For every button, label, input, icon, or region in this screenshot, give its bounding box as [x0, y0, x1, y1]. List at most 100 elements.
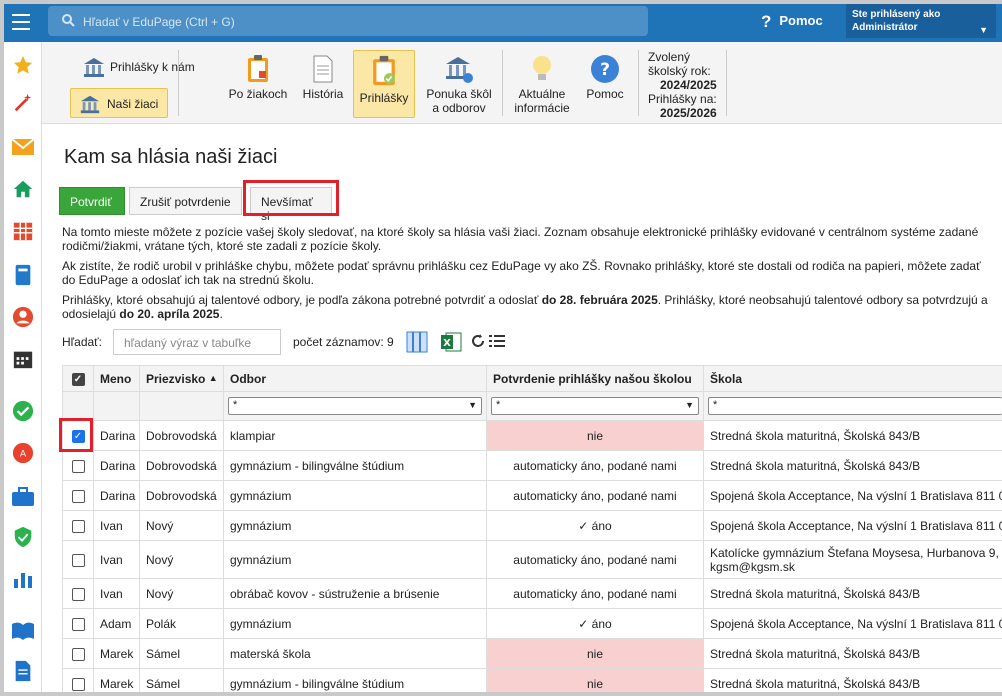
cell-odbor: gymnázium [223, 608, 487, 639]
row-checkbox[interactable] [71, 677, 85, 691]
shield-icon[interactable] [10, 524, 36, 550]
open-book-icon[interactable] [10, 618, 36, 644]
ponuka-skol-button[interactable]: Ponuka škôl a odborov [422, 54, 496, 115]
historia-button[interactable]: História [296, 54, 350, 101]
para-text: Na tomto mieste môžete z pozície vašej š… [62, 225, 979, 239]
cell-odbor: gymnázium - bilingválne štúdium [223, 668, 487, 692]
table-row[interactable]: Darina Dobrovodská gymnázium - bilingvál… [62, 450, 1002, 481]
row-checkbox[interactable] [71, 459, 85, 473]
table-row[interactable]: Darina Dobrovodská gymnázium automaticky… [62, 480, 1002, 511]
table-row[interactable]: Marek Sámel gymnázium - bilingválne štúd… [62, 668, 1002, 692]
select-all-checkbox[interactable]: ✓ [71, 372, 85, 386]
column-header-priezvisko[interactable]: Priezvisko ▲ [139, 365, 224, 392]
cell-odbor: gymnázium - bilingválne štúdium [223, 450, 487, 481]
prihlasky-k-nam-button[interactable]: Prihlášky k nám [80, 54, 200, 80]
star-icon[interactable] [10, 52, 36, 78]
potvrdenie-filter-select[interactable]: * ▼ [491, 397, 699, 415]
grade-icon[interactable]: A [10, 440, 36, 466]
table-row[interactable]: Ivan Nový obrábač kovov - sústruženie a … [62, 578, 1002, 609]
document-icon[interactable] [10, 658, 36, 684]
cell-priezvisko: Dobrovodská [139, 450, 224, 481]
table-row[interactable]: Ivan Nový gymnázium ✓ áno Spojená škola … [62, 510, 1002, 541]
skola-filter-select[interactable]: * [708, 397, 1002, 415]
cell-priezvisko: Nový [139, 578, 224, 609]
cell-meno: Darina [93, 450, 140, 481]
app-year-value[interactable]: 2025/2026 [648, 106, 717, 120]
aktualne-informacie-button[interactable]: Aktuálne informácie [508, 54, 576, 115]
prihlasky-button[interactable]: Prihlášky [353, 50, 415, 118]
top-bar: Hľadať v EduPage (Ctrl + G) ? Pomoc Ste p… [4, 4, 1002, 42]
sidebar: A [4, 42, 42, 692]
column-header-skola[interactable]: Škola [703, 365, 1002, 392]
cell-priezvisko: Polák [139, 608, 224, 639]
excel-icon[interactable]: X [440, 331, 462, 353]
mail-icon[interactable] [10, 134, 36, 160]
svg-text:?: ? [600, 60, 610, 80]
table-search-input[interactable]: hľadaný výraz v tabuľke [113, 329, 281, 355]
table-row[interactable]: Adam Polák gymnázium ✓ áno Spojená škola… [62, 608, 1002, 639]
timetable-icon[interactable] [10, 218, 36, 244]
list-icon[interactable] [489, 334, 505, 348]
user-icon[interactable] [10, 304, 36, 330]
row-checkbox[interactable] [71, 489, 85, 503]
table-search-placeholder: hľadaný výraz v tabuľke [124, 336, 252, 350]
book-icon[interactable] [10, 262, 36, 288]
cell-priezvisko: Dobrovodská [139, 480, 224, 511]
record-count: počet záznamov: 9 [293, 335, 394, 349]
help-button[interactable]: ? Pomoc [761, 12, 823, 32]
deadline-1: do 28. februára 2025 [541, 293, 658, 307]
cell-potvrdenie: automaticky áno, podané nami [486, 540, 704, 579]
magic-wand-icon[interactable] [10, 90, 36, 116]
cell-skola: Katolícke gymnázium Štefana Moysesa, Hur… [703, 540, 1002, 579]
column-header-potvrdenie[interactable]: Potvrdenie prihlášky našou školou [486, 365, 704, 392]
cancel-confirm-button[interactable]: Zrušiť potvrdenie [129, 187, 242, 215]
column-header-meno[interactable]: Meno [93, 365, 140, 392]
select-all-cell[interactable]: ✓ [62, 365, 94, 392]
global-search-input[interactable]: Hľadať v EduPage (Ctrl + G) [48, 6, 648, 36]
table-header-row: ✓ Meno Priezvisko ▲ Odbor Potvrdenie pri… [62, 365, 1002, 392]
year-value[interactable]: 2024/2025 [648, 78, 717, 92]
row-checkbox[interactable] [71, 617, 85, 631]
cell-skola: Stredná škola maturitná, Školská 843/B [703, 450, 1002, 481]
skola-line-2: kgsm@kgsm.sk [710, 559, 795, 574]
applications-table: ✓ Meno Priezvisko ▲ Odbor Potvrdenie pri… [62, 365, 1002, 692]
column-header-odbor[interactable]: Odbor [223, 365, 487, 392]
toolbar-divider [502, 50, 503, 116]
para-text: do EduPage a odoslať ich tak na strednú … [62, 273, 314, 287]
year-info: Zvolený školský rok: 2024/2025 Prihlášky… [648, 50, 717, 120]
row-checkbox[interactable] [71, 519, 85, 533]
aktualne-label-1: Aktuálne [518, 87, 566, 101]
para-text: . Prihlášky, ktoré neobsahujú talentové … [657, 293, 988, 307]
table-row[interactable]: ✓ Darina Dobrovodská klampiar nie Stredn… [62, 420, 1002, 451]
help-circle-icon: ? [591, 55, 619, 83]
table-row[interactable]: Ivan Nový gymnázium automaticky áno, pod… [62, 540, 1002, 579]
home-icon[interactable] [10, 176, 36, 202]
cell-skola: Spojená škola Acceptance, Na výslní 1 Br… [703, 480, 1002, 511]
search-label: Hľadať: [62, 335, 103, 349]
cell-skola: Spojená škola Acceptance, Na výslní 1 Br… [703, 510, 1002, 541]
para-text: . [219, 307, 223, 321]
description-paragraph-1: Na tomto mieste môžete z pozície vašej š… [62, 225, 1002, 253]
refresh-icon[interactable] [470, 333, 486, 349]
chevron-down-icon: ▼ [468, 400, 477, 410]
historia-label: História [302, 87, 344, 101]
columns-icon[interactable] [406, 331, 428, 353]
pomoc-button[interactable]: ? Pomoc [582, 54, 628, 101]
nasi-ziaci-button[interactable]: Naši žiaci [70, 88, 168, 118]
clipboard-check-icon [373, 55, 395, 86]
check-circle-icon[interactable] [10, 398, 36, 424]
row-checkbox[interactable] [71, 647, 85, 661]
user-menu[interactable]: Ste prihlásený ako Administrátor ▼ [846, 4, 996, 38]
row-checkbox[interactable] [71, 587, 85, 601]
clipboard-icon [248, 55, 268, 82]
row-checkbox[interactable] [71, 553, 85, 567]
menu-icon[interactable] [12, 14, 30, 30]
po-ziakoch-button[interactable]: Po žiakoch [226, 54, 290, 101]
odbor-filter-select[interactable]: * ▼ [228, 397, 482, 415]
confirm-button[interactable]: Potvrdiť [59, 187, 125, 215]
briefcase-icon[interactable] [10, 484, 36, 510]
chart-icon[interactable] [10, 566, 36, 592]
table-row[interactable]: Marek Sámel materská škola nie Stredná š… [62, 638, 1002, 669]
description-paragraph-2: Ak zistíte, že rodič urobil v prihláške … [62, 259, 1002, 287]
calendar-icon[interactable] [10, 346, 36, 372]
